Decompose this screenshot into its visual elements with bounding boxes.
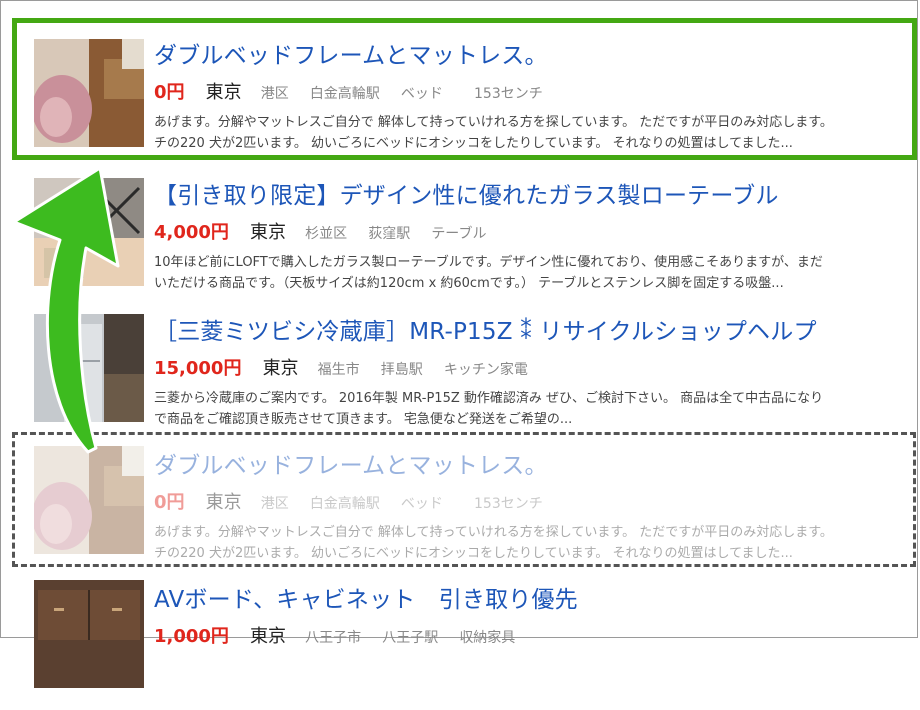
listing-tag-station[interactable]: 八王子駅 — [382, 630, 438, 646]
listing-thumbnail[interactable] — [34, 178, 144, 286]
listing-price: 15,000円 — [154, 358, 242, 379]
listing-tag-category[interactable]: 収納家具 — [459, 630, 515, 646]
listing-title[interactable]: 【引き取り限定】デザイン性に優れたガラス製ローテーブル — [154, 176, 779, 210]
listing-city: 東京 — [250, 222, 287, 243]
listing-item[interactable]: AVボード、キャビネット 引き取り優先 1,000円 東京 八王子市 八王子駅 … — [34, 580, 920, 710]
listing-item[interactable]: ［三菱ミツビシ冷蔵庫］MR-P15Z ⁑ リサイクルショップヘルプ 15,000… — [34, 312, 920, 442]
listing-description: 三菱から冷蔵庫のご案内です。 2016年製 MR-P15Z 動作確認済み ぜひ、… — [154, 388, 920, 430]
listing-tag-station[interactable]: 拝島駅 — [381, 362, 423, 378]
listing-description-line: いただける商品です。（天板サイズは約120cm x 約60cmです。） テーブル… — [154, 276, 784, 291]
listing-city: 東京 — [262, 358, 299, 379]
listing-description-line: 三菱から冷蔵庫のご案内です。 2016年製 MR-P15Z 動作確認済み ぜひ、… — [154, 391, 824, 406]
listing-description: 10年ほど前にLOFTで購入したガラス製ローテーブルです。デザイン性に優れており… — [154, 252, 920, 294]
listing-tag-category[interactable]: テーブル — [431, 226, 486, 242]
listing-tag-category[interactable]: キッチン家電 — [444, 362, 528, 378]
listing-title[interactable]: ［三菱ミツビシ冷蔵庫］MR-P15Z ⁑ リサイクルショップヘルプ — [154, 312, 817, 346]
listing-description-line: で商品をご確認頂き販売させて頂きます。 宅急便など発送をご希望の... — [154, 412, 573, 427]
listing-tag-station[interactable]: 荻窪駅 — [368, 226, 410, 242]
listing-thumbnail[interactable] — [34, 580, 144, 688]
ghost-outline-box — [12, 432, 916, 567]
listing-description-line: 10年ほど前にLOFTで購入したガラス製ローテーブルです。デザイン性に優れており… — [154, 255, 823, 270]
listing-city: 東京 — [250, 626, 287, 647]
listing-meta: 1,000円 東京 八王子市 八王子駅 収納家具 — [154, 622, 531, 648]
listing-thumbnail[interactable] — [34, 314, 144, 422]
listing-item[interactable]: 【引き取り限定】デザイン性に優れたガラス製ローテーブル 4,000円 東京 杉並… — [34, 176, 920, 306]
listing-meta: 4,000円 東京 杉並区 荻窪駅 テーブル — [154, 218, 502, 244]
listing-meta: 15,000円 東京 福生市 拝島駅 キッチン家電 — [154, 354, 544, 380]
listing-price: 4,000円 — [154, 222, 229, 243]
listing-price: 1,000円 — [154, 626, 229, 647]
highlight-box — [12, 18, 917, 160]
listing-tag-area[interactable]: 八王子市 — [305, 630, 361, 646]
listing-title[interactable]: AVボード、キャビネット 引き取り優先 — [154, 580, 578, 614]
listing-tag-area[interactable]: 福生市 — [318, 362, 360, 378]
listing-tag-area[interactable]: 杉並区 — [305, 226, 347, 242]
